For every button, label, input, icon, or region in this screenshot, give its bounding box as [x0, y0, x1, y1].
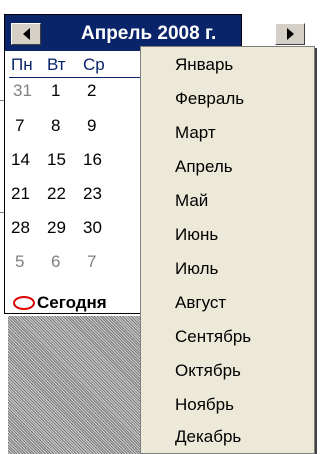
day-cell[interactable]: 21: [11, 184, 41, 204]
menu-item-month[interactable]: Октябрь: [175, 361, 241, 381]
menu-item-month[interactable]: Ноябрь: [175, 395, 234, 415]
day-cell[interactable]: 2: [87, 81, 117, 101]
day-cell[interactable]: 23: [83, 184, 113, 204]
menu-item-month[interactable]: Апрель: [175, 157, 233, 177]
menu-item-month[interactable]: Сентябрь: [175, 327, 251, 347]
day-cell[interactable]: 30: [83, 218, 113, 238]
day-cell[interactable]: 15: [47, 150, 77, 170]
day-cell[interactable]: 14: [11, 150, 41, 170]
menu-item-month[interactable]: Июль: [175, 259, 218, 279]
day-cell[interactable]: 16: [83, 150, 113, 170]
day-cell[interactable]: 7: [87, 252, 117, 272]
menu-item-month[interactable]: Декабрь: [175, 427, 241, 447]
menu-item-month[interactable]: Май: [175, 191, 208, 211]
day-cell[interactable]: 28: [11, 218, 41, 238]
menu-item-month[interactable]: Январь: [175, 55, 233, 75]
today-link[interactable]: Сегодня: [13, 293, 107, 313]
today-label: Сегодня: [37, 293, 107, 312]
day-cell[interactable]: 6: [51, 252, 81, 272]
arrow-left-icon: [22, 28, 30, 40]
day-cell[interactable]: 22: [47, 184, 77, 204]
month-dropdown-menu: Январь Февраль Март Апрель Май Июнь Июль…: [140, 46, 315, 454]
day-cell[interactable]: 8: [51, 116, 81, 136]
weekday-label: Вт: [47, 55, 66, 74]
menu-item-month[interactable]: Июнь: [175, 225, 218, 245]
menu-item-month[interactable]: Февраль: [175, 89, 244, 109]
month-year-title[interactable]: Апрель 2008 г.: [81, 23, 216, 45]
weekday-label: Пн: [11, 55, 33, 74]
menu-item-month[interactable]: Август: [175, 293, 226, 313]
today-circle-icon: [13, 296, 35, 310]
hatched-background: [8, 316, 148, 454]
day-cell[interactable]: 7: [15, 116, 45, 136]
day-cell[interactable]: 31: [13, 81, 43, 101]
next-month-button[interactable]: [275, 23, 305, 45]
menu-item-month[interactable]: Март: [175, 123, 216, 143]
day-cell[interactable]: 1: [51, 81, 81, 101]
day-cell[interactable]: 5: [15, 252, 45, 272]
arrow-right-icon: [286, 28, 294, 40]
day-cell[interactable]: 29: [47, 218, 77, 238]
day-cell[interactable]: 9: [87, 116, 117, 136]
prev-month-button[interactable]: [11, 23, 41, 45]
weekday-label: Ср: [83, 55, 105, 74]
